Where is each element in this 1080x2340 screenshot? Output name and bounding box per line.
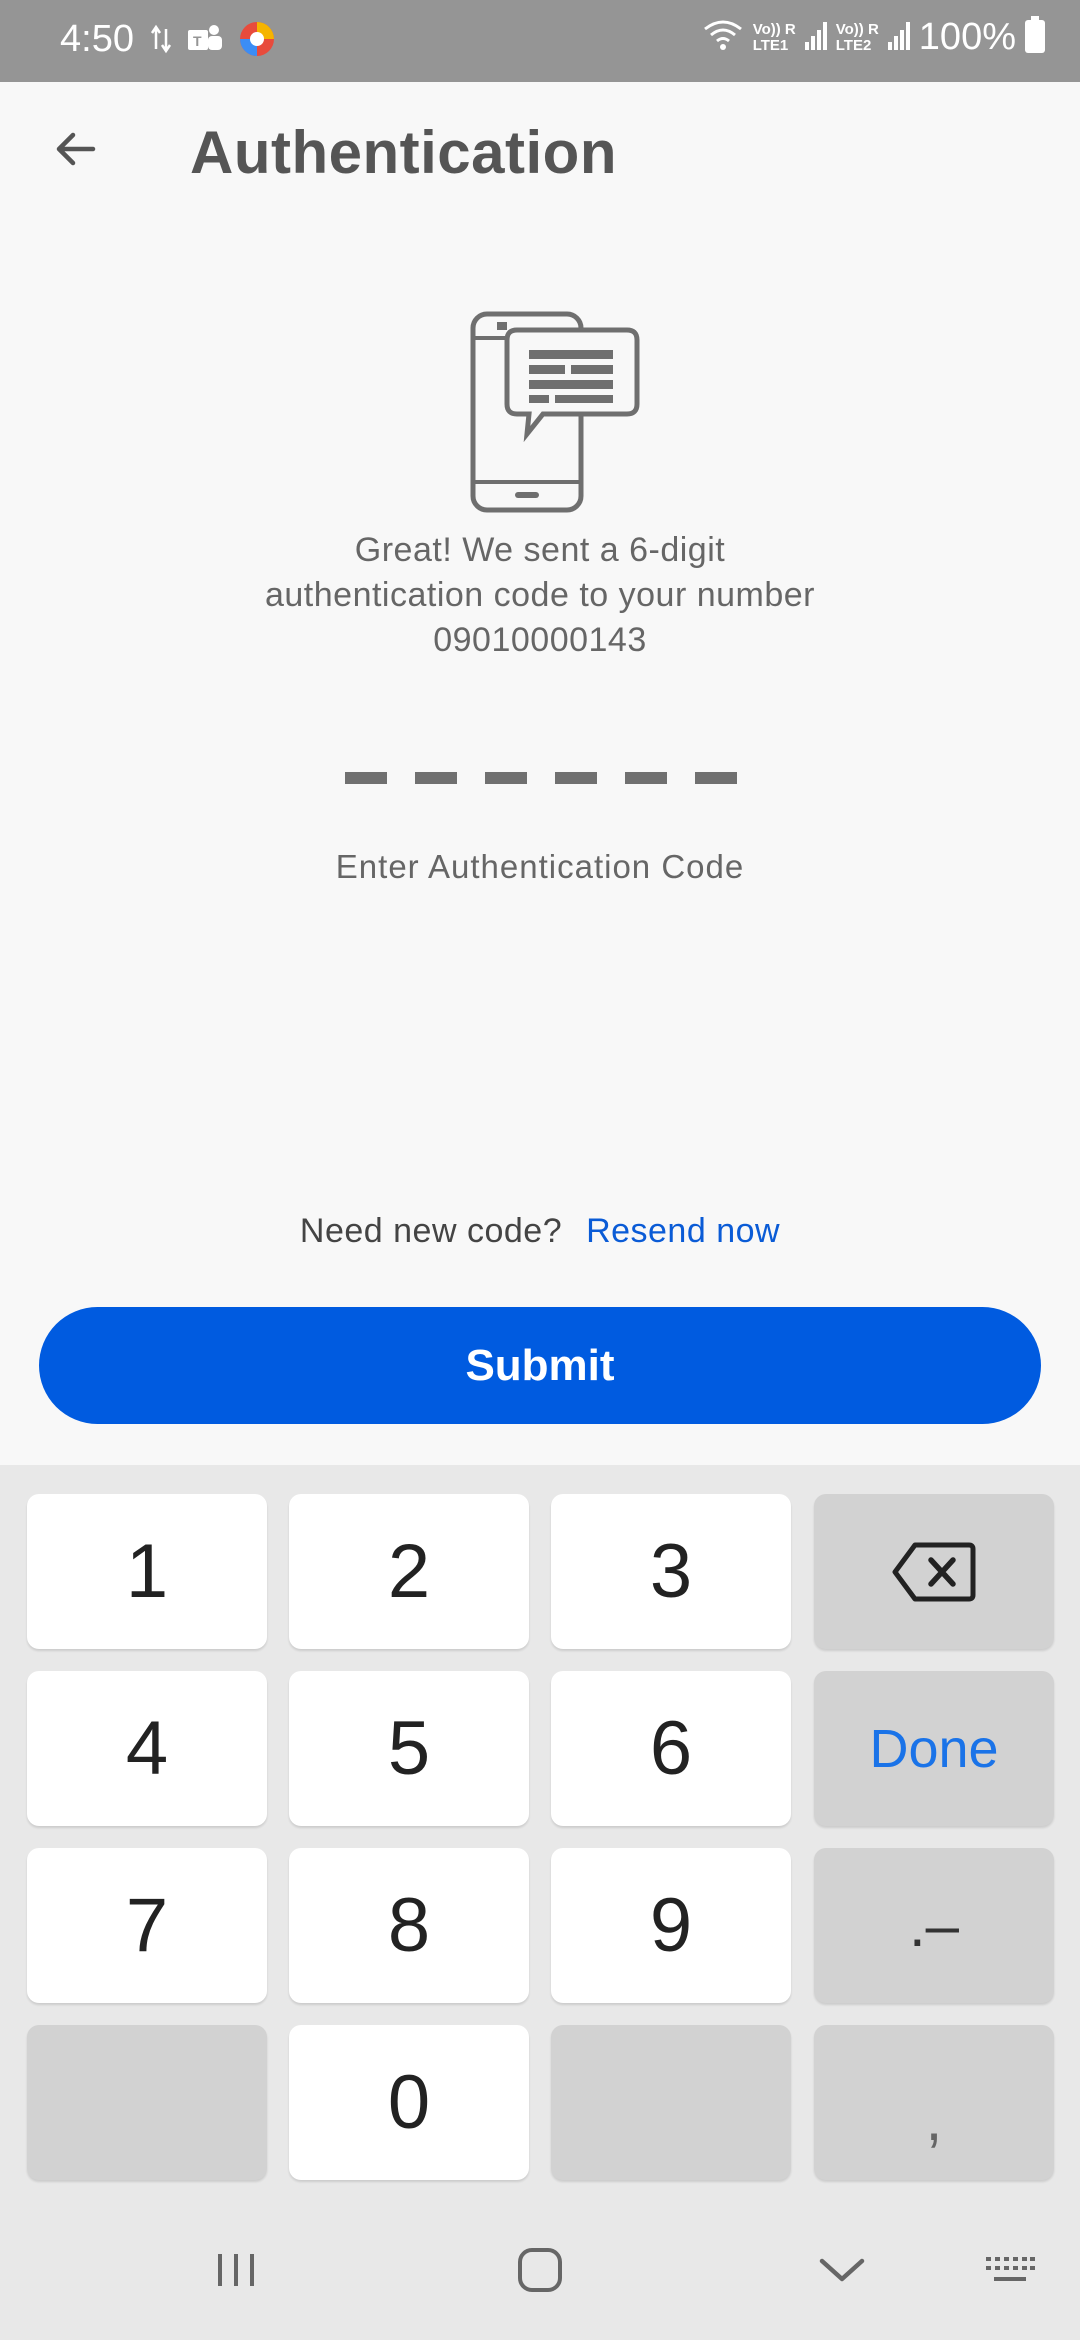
wifi-icon bbox=[701, 17, 745, 58]
key-6[interactable]: 6 bbox=[551, 1671, 791, 1826]
page-title: Authentication bbox=[190, 119, 617, 186]
key-8[interactable]: 8 bbox=[289, 1848, 529, 2003]
key-5[interactable]: 5 bbox=[289, 1671, 529, 1826]
blank-key bbox=[551, 2025, 791, 2180]
data-transfer-icon bbox=[150, 23, 172, 60]
code-digit-slot bbox=[485, 772, 527, 784]
battery-percent: 100% bbox=[918, 16, 1016, 58]
app-circle-icon bbox=[238, 20, 276, 63]
keyboard-switch-button[interactable] bbox=[980, 2240, 1040, 2300]
blank-key bbox=[27, 2025, 267, 2180]
arrow-left-icon bbox=[56, 132, 96, 166]
code-digit-slot bbox=[625, 772, 667, 784]
back-nav-button[interactable] bbox=[812, 2240, 872, 2300]
submit-button[interactable]: Submit bbox=[39, 1307, 1041, 1424]
phone-message-icon bbox=[465, 310, 645, 515]
status-bar: 4:50 T Vo)) R LTE1 Vo)) R LTE2 100% bbox=[0, 0, 1080, 82]
home-icon bbox=[518, 2248, 562, 2292]
signal-icon bbox=[804, 18, 828, 57]
key-3[interactable]: 3 bbox=[551, 1494, 791, 1649]
phone-number: 09010000143 bbox=[433, 621, 647, 659]
comma-key[interactable]: , bbox=[814, 2025, 1054, 2180]
code-digit-slot bbox=[345, 772, 387, 784]
svg-text:T: T bbox=[193, 33, 202, 49]
backspace-icon bbox=[892, 1542, 976, 1601]
key-0[interactable]: 0 bbox=[289, 2025, 529, 2180]
key-9[interactable]: 9 bbox=[551, 1848, 791, 2003]
code-sent-message: Great! We sent a 6-digit authentication … bbox=[140, 528, 940, 663]
key-1[interactable]: 1 bbox=[27, 1494, 267, 1649]
key-4[interactable]: 4 bbox=[27, 1671, 267, 1826]
battery-icon bbox=[1024, 16, 1046, 59]
code-label: Enter Authentication Code bbox=[335, 848, 745, 885]
back-chevron-icon bbox=[819, 2258, 865, 2282]
done-key[interactable]: Done bbox=[814, 1671, 1054, 1826]
status-time: 4:50 bbox=[60, 18, 134, 60]
resend-question: Need new code? bbox=[299, 1212, 563, 1250]
resend-row: Need new code? Resend now bbox=[0, 1212, 1080, 1251]
code-digit-slot bbox=[555, 772, 597, 784]
recent-apps-icon bbox=[218, 2254, 254, 2286]
key-7[interactable]: 7 bbox=[27, 1848, 267, 2003]
home-button[interactable] bbox=[510, 2240, 570, 2300]
back-button[interactable] bbox=[40, 114, 110, 184]
code-digit-slot bbox=[695, 772, 737, 784]
code-digit-slot bbox=[415, 772, 457, 784]
keyboard-switch-icon bbox=[986, 2257, 1035, 2281]
code-input[interactable] bbox=[345, 772, 737, 784]
sim1-label: Vo)) R LTE1 bbox=[752, 20, 796, 54]
key-2[interactable]: 2 bbox=[289, 1494, 529, 1649]
teams-icon: T bbox=[186, 22, 224, 61]
navigation-bar bbox=[0, 2200, 1080, 2340]
backspace-key[interactable] bbox=[814, 1494, 1054, 1649]
app-header: Authentication bbox=[0, 82, 1080, 222]
resend-link[interactable]: Resend now bbox=[586, 1212, 780, 1250]
signal-icon bbox=[887, 18, 911, 57]
recent-apps-button[interactable] bbox=[206, 2240, 266, 2300]
sim2-label: Vo)) R LTE2 bbox=[835, 20, 879, 54]
dot-dash-key[interactable]: .– bbox=[814, 1848, 1054, 2003]
